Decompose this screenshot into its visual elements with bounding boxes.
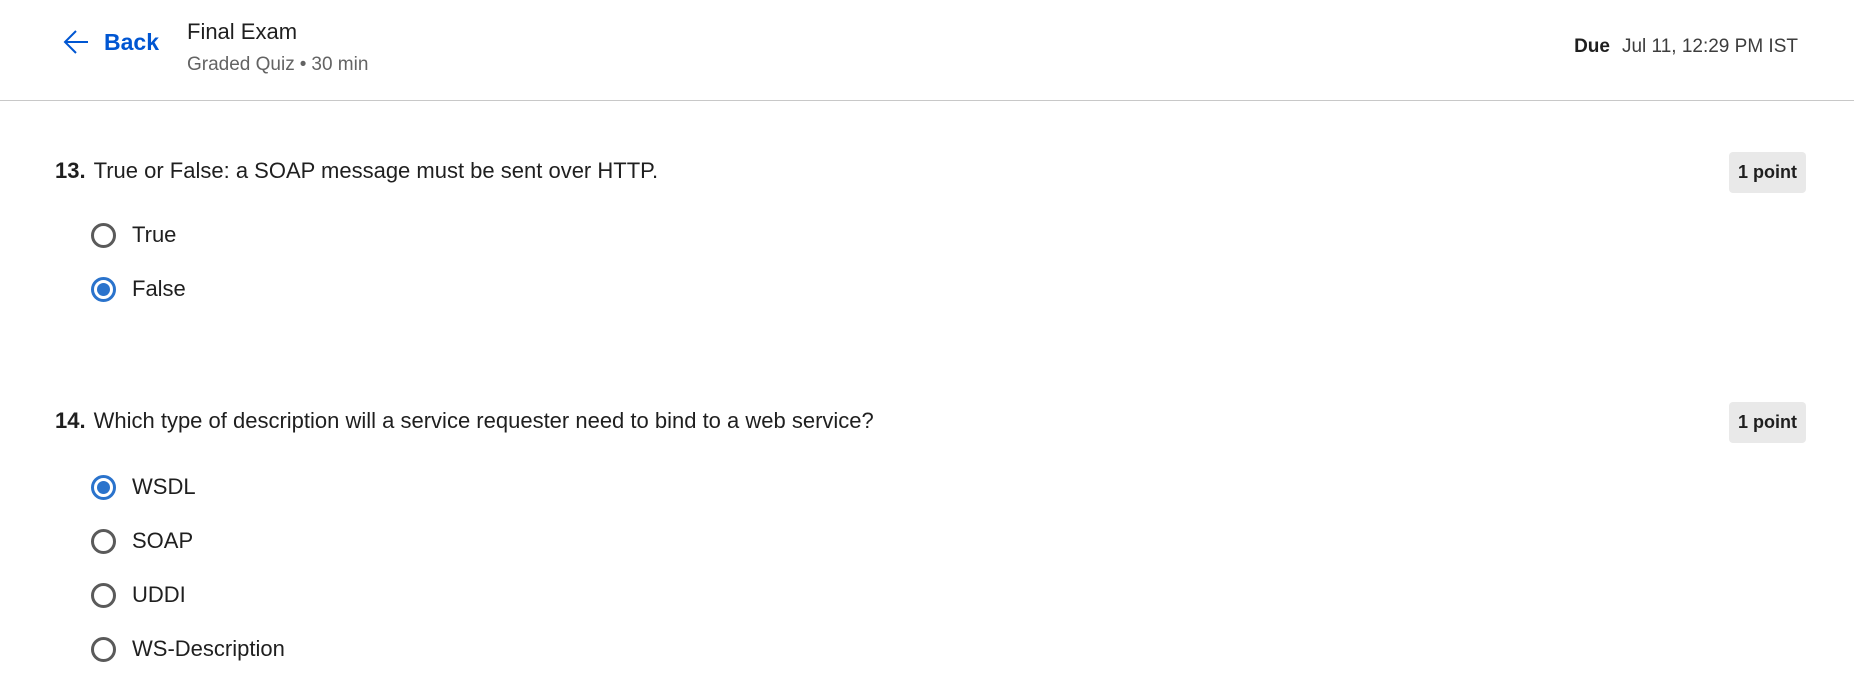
option-soap[interactable]: SOAP (91, 528, 193, 554)
option-label: WSDL (132, 474, 196, 499)
quiz-type: Graded Quiz (187, 54, 295, 75)
radio-button[interactable] (91, 528, 116, 554)
arrow-left-icon (62, 28, 90, 56)
points-badge: 1 point (1729, 152, 1806, 193)
due-label: Due (1574, 36, 1610, 57)
subtitle-separator: • (299, 54, 307, 75)
radio-button[interactable] (91, 222, 116, 248)
question-text: Which type of description will a service… (93, 408, 874, 433)
radio-button-selected[interactable] (91, 276, 116, 302)
option-label: False (132, 276, 186, 301)
quiz-title-block: Final Exam Graded Quiz • 30 min (187, 18, 368, 76)
quiz-header: Back Final Exam Graded Quiz • 30 min Due… (0, 0, 1854, 101)
radio-button-selected[interactable] (91, 474, 116, 500)
option-uddi[interactable]: UDDI (91, 582, 186, 608)
back-label: Back (104, 28, 159, 55)
due-value: Jul 11, 12:29 PM IST (1621, 36, 1798, 57)
option-label: SOAP (132, 528, 194, 553)
option-wsdl[interactable]: WSDL (91, 474, 196, 500)
points-badge: 1 point (1729, 402, 1806, 443)
option-ws-description[interactable]: WS-Description (91, 636, 285, 662)
question-number: 13. (55, 158, 86, 183)
question-heading: 14. Which type of description will a ser… (55, 406, 874, 436)
question-text: True or False: a SOAP message must be se… (93, 158, 659, 183)
option-label: WS-Description (132, 636, 285, 661)
quiz-duration: 30 min (311, 54, 369, 75)
option-false[interactable]: False (91, 276, 186, 302)
option-label: UDDI (132, 582, 186, 607)
radio-button[interactable] (91, 636, 116, 662)
question-heading: 13. True or False: a SOAP message must b… (55, 156, 658, 186)
due-date: Due Jul 11, 12:29 PM IST (1574, 36, 1798, 58)
quiz-title: Final Exam (187, 19, 298, 44)
option-label: True (132, 222, 177, 247)
back-button[interactable]: Back (62, 28, 159, 56)
quiz-subtitle: Graded Quiz • 30 min (187, 54, 368, 76)
option-true[interactable]: True (91, 222, 176, 248)
radio-button[interactable] (91, 582, 116, 608)
question-number: 14. (55, 408, 86, 433)
